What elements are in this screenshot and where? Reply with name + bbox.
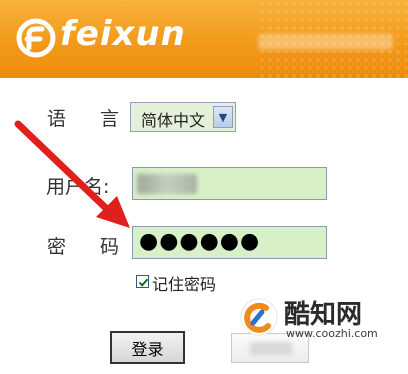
watermark-url: www.coozhi.com xyxy=(286,327,378,340)
username-field[interactable] xyxy=(132,167,327,200)
coozhi-logo-icon xyxy=(240,298,278,336)
checkmark-icon xyxy=(138,278,149,287)
username-blurred-value xyxy=(137,174,197,194)
chevron-down-icon[interactable]: ▼ xyxy=(213,106,233,128)
language-select-value: 简体中文 xyxy=(141,111,206,130)
feixun-logo-icon xyxy=(16,18,56,58)
password-field[interactable]: ●●●●●● xyxy=(132,226,327,259)
login-button[interactable]: 登录 xyxy=(110,331,185,364)
password-value: ●●●●●● xyxy=(139,229,261,254)
logo-text: feixun xyxy=(60,14,186,54)
remember-password-checkbox[interactable] xyxy=(136,275,149,288)
language-select[interactable]: 简体中文 ▼ xyxy=(130,102,236,132)
watermark-title: 酷知网 xyxy=(284,300,363,330)
username-label: 用户名: xyxy=(46,176,110,198)
watermark: 酷知网 www.coozhi.com xyxy=(238,296,398,346)
header-blurred-text xyxy=(258,34,393,50)
header-banner: feixun xyxy=(0,0,408,78)
remember-password-label[interactable]: 记住密码 xyxy=(152,271,216,295)
